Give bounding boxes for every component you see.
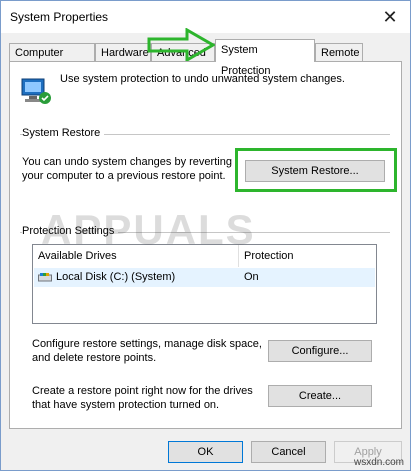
drive-icon	[38, 273, 52, 282]
tab-hardware[interactable]: Hardware	[95, 43, 151, 61]
system-restore-group-label: System Restore	[22, 127, 105, 139]
window-title: System Properties	[10, 10, 109, 24]
close-icon[interactable]: ✕	[376, 5, 404, 29]
site-watermark: wsxdn.com	[353, 457, 404, 468]
column-header-protection[interactable]: Protection	[239, 245, 376, 267]
arrow-right-icon	[147, 28, 217, 62]
tab-system-protection[interactable]: System Protection	[215, 39, 315, 77]
system-properties-window: System Properties ✕ Computer Name Hardwa…	[0, 0, 411, 471]
tab-computer-name[interactable]: Computer Name	[9, 43, 95, 77]
ok-button[interactable]: OK	[168, 441, 243, 463]
table-row[interactable]: Local Disk (C:) (System) On	[34, 268, 375, 287]
cancel-button[interactable]: Cancel	[251, 441, 326, 463]
drive-name: Local Disk (C:) (System)	[56, 271, 176, 283]
configure-button[interactable]: Configure...	[268, 340, 372, 362]
system-restore-description: You can undo system changes by reverting…	[22, 156, 232, 182]
create-button[interactable]: Create...	[268, 385, 372, 407]
watermark-logo: APPUALS	[41, 206, 256, 253]
system-computer-icon	[21, 78, 51, 104]
protection-drive-list[interactable]: Available Drives Protection Local Disk (…	[32, 244, 377, 324]
system-restore-highlight	[235, 148, 397, 192]
create-text: Create a restore point right now for the…	[32, 385, 253, 411]
drive-protection-status: On	[244, 271, 259, 283]
tab-remote[interactable]: Remote	[315, 43, 363, 61]
configure-text: Configure restore settings, manage disk …	[32, 338, 262, 364]
